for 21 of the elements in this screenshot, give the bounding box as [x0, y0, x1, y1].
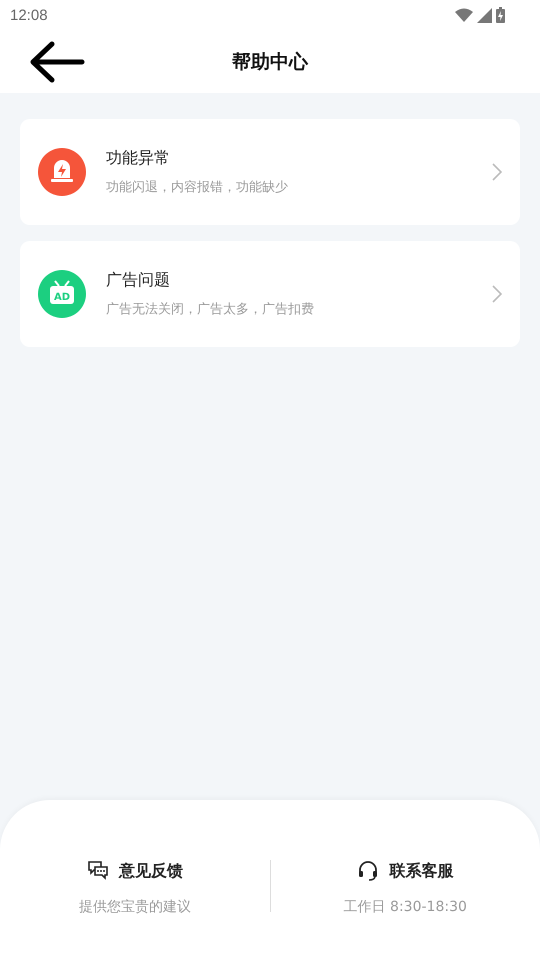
- chat-bubbles-icon: [86, 860, 109, 882]
- footer-action-title[interactable]: 联系客服: [389, 860, 454, 882]
- help-category-card[interactable]: 功能异常 功能闪退，内容报错，功能缺少: [20, 119, 520, 225]
- category-title: 功能异常: [106, 148, 171, 169]
- back-button[interactable]: [28, 39, 86, 85]
- help-category-card[interactable]: AD 广告问题 广告无法关闭，广告太多，广告扣费: [20, 241, 520, 347]
- category-description: 功能闪退，内容报错，功能缺少: [106, 179, 289, 196]
- chevron-right-icon: [492, 285, 502, 303]
- category-description: 广告无法关闭，广告太多，广告扣费: [106, 301, 315, 318]
- ad-tv-icon: AD: [38, 270, 86, 318]
- footer-action-title[interactable]: 意见反馈: [118, 860, 183, 882]
- status-time: 12:08: [10, 6, 48, 24]
- battery-icon: [496, 7, 505, 23]
- footer-action-note: 工作日 8:30-18:30: [344, 898, 467, 916]
- signal-icon: [477, 8, 492, 22]
- footer-action-note: 提供您宝贵的建议: [78, 898, 191, 916]
- headset-icon: [357, 860, 380, 882]
- category-title: 广告问题: [106, 270, 171, 291]
- page-title: 帮助中心: [232, 50, 308, 74]
- wifi-icon: [455, 8, 473, 22]
- chevron-right-icon: [492, 163, 502, 181]
